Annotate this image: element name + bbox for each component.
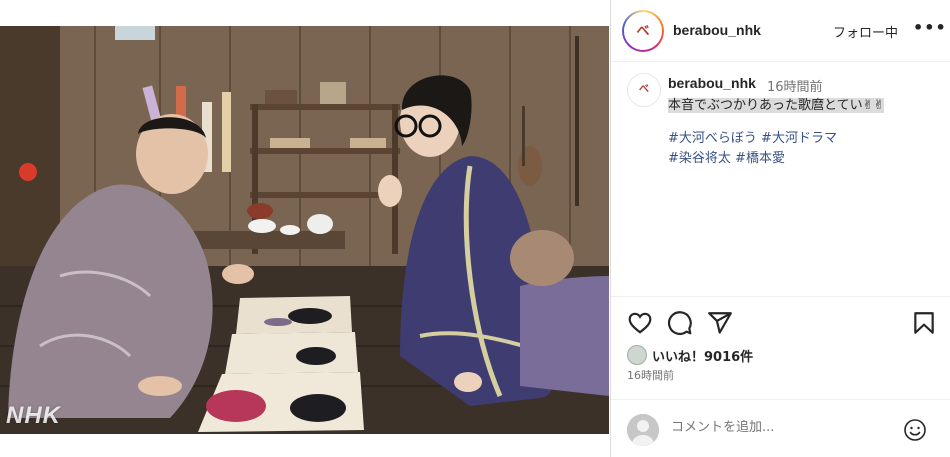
following-button[interactable]: フォロー中 (833, 22, 898, 41)
caption-text-content: 本音でぶつかりあった歌麿とてい✌✌ (668, 98, 885, 113)
action-bar (611, 310, 950, 336)
hashtag-link[interactable]: #大河ドラマ (761, 131, 837, 146)
likes-count[interactable]: いいね！9016件 (652, 346, 753, 365)
caption-logo: べ (639, 84, 649, 95)
post-header: べ berabou_nhk フォロー中 ••• (611, 0, 950, 62)
header-username[interactable]: berabou_nhk (673, 22, 761, 38)
share-icon[interactable] (707, 310, 733, 336)
hashtag-link[interactable]: #橋本愛 (735, 151, 785, 166)
caption-username[interactable]: berabou_nhk (668, 75, 756, 91)
post-side-panel: べ berabou_nhk フォロー中 ••• べ berabou_nhk 16… (610, 0, 950, 457)
hashtag-link[interactable]: #染谷将太 (668, 151, 731, 166)
comment-bar (611, 399, 950, 457)
caption-time: 16時間前 (767, 80, 823, 95)
account-logo: べ (636, 23, 650, 39)
bookmark-icon[interactable] (911, 310, 937, 336)
user-avatar-icon (627, 414, 659, 446)
hashtags: #大河べらぼう #大河ドラマ #染谷将太 #橋本愛 (668, 129, 837, 169)
hashtag-link[interactable]: #大河べらぼう (668, 131, 757, 146)
nhk-watermark: NHK (6, 402, 61, 429)
post-photo[interactable]: NHK (0, 26, 609, 434)
emoji-icon[interactable] (903, 418, 927, 442)
more-options-icon[interactable]: ••• (913, 18, 947, 37)
account-avatar[interactable]: べ (622, 10, 664, 52)
caption-text: 本音でぶつかりあった歌麿とてい✌✌ (668, 94, 885, 113)
post-timestamp: 16時間前 (627, 369, 674, 382)
caption-area: べ berabou_nhk 16時間前 本音でぶつかりあった歌麿とてい✌✌ #大… (611, 63, 950, 297)
liker-avatar (627, 345, 647, 365)
comment-input[interactable] (671, 420, 871, 435)
caption-avatar[interactable]: べ (627, 73, 661, 107)
heart-icon[interactable] (627, 310, 653, 336)
photo-scene (0, 26, 609, 434)
comment-icon[interactable] (667, 310, 693, 336)
